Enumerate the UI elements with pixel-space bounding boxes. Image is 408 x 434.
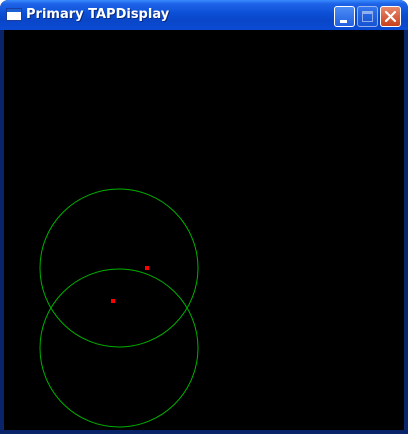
lower-circle [39, 268, 199, 428]
minimize-icon [340, 20, 347, 23]
lower-point [111, 299, 115, 303]
tap-display-plot [39, 188, 199, 428]
close-icon [384, 10, 397, 23]
window-title: Primary TAPDisplay [26, 7, 170, 22]
app-window: Primary TAPDisplay [0, 0, 408, 434]
maximize-icon [362, 11, 373, 22]
upper-circle [39, 188, 199, 348]
close-button[interactable] [380, 6, 401, 27]
display-canvas[interactable] [4, 30, 404, 430]
maximize-button[interactable] [357, 6, 378, 27]
window-app-icon[interactable] [6, 8, 22, 21]
minimize-button[interactable] [334, 6, 355, 27]
upper-point [145, 266, 149, 270]
title-bar[interactable]: Primary TAPDisplay [0, 0, 408, 30]
